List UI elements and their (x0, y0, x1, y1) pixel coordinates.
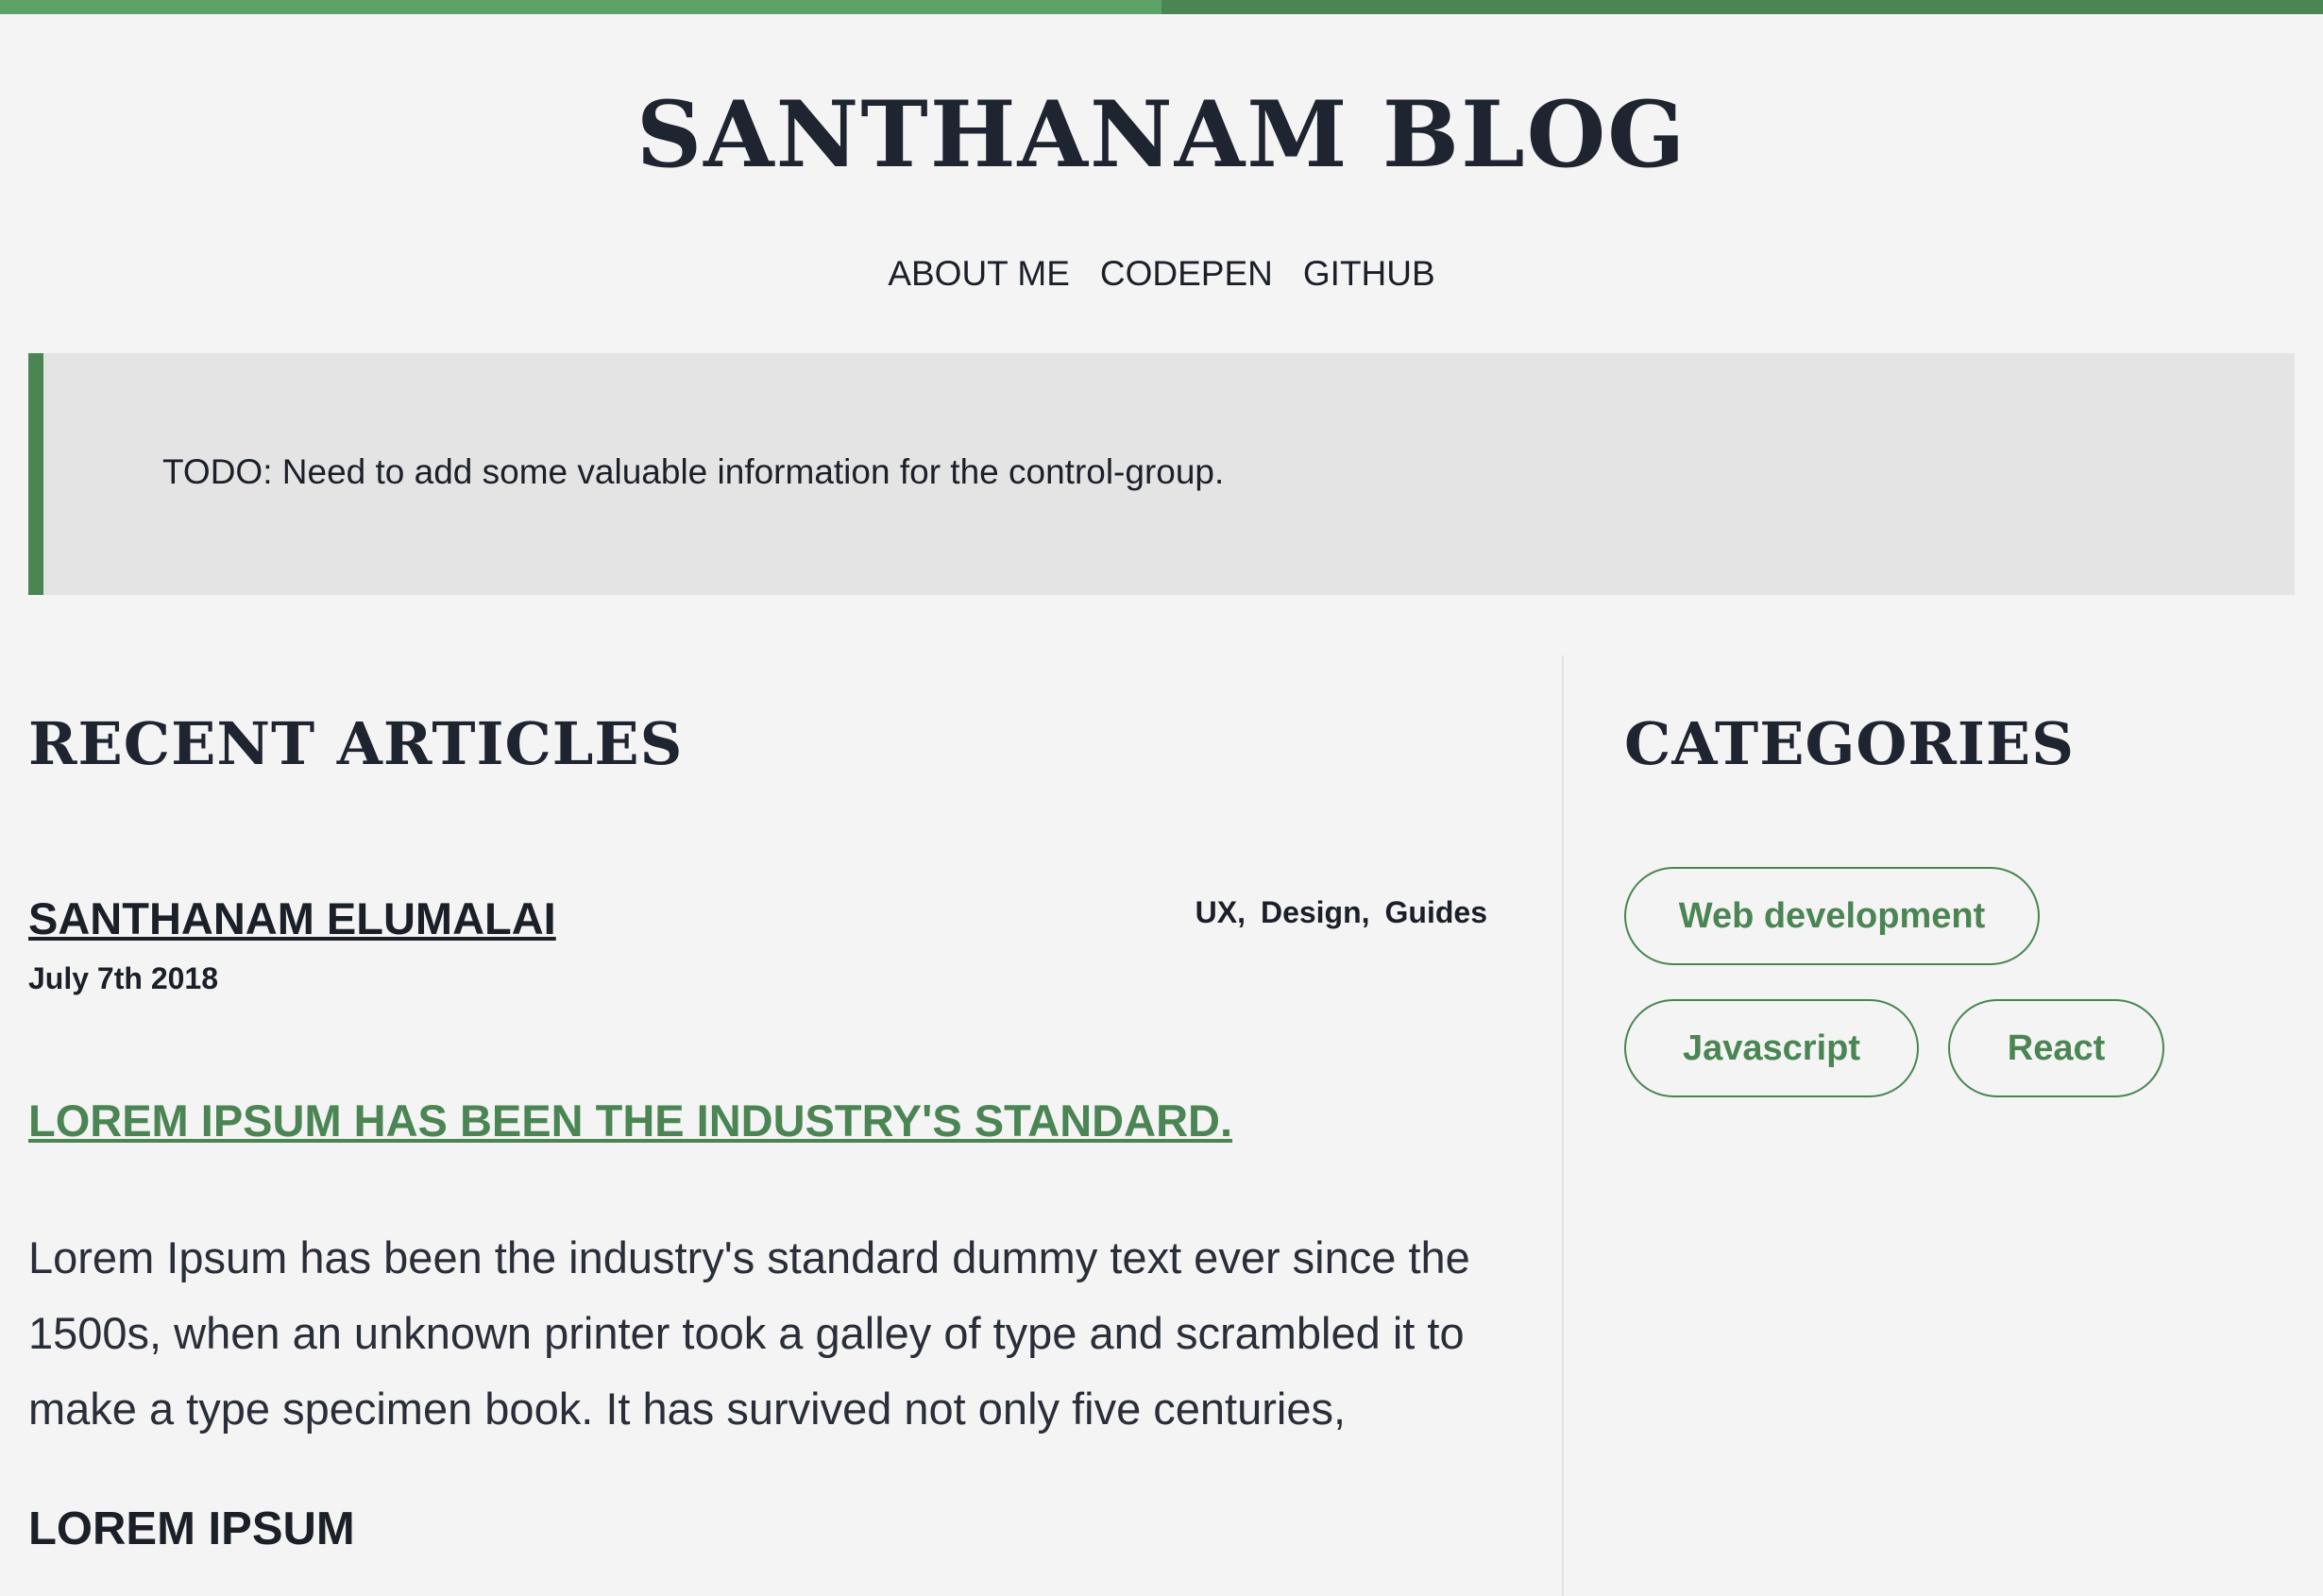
nav-link-about-me[interactable]: ABOUT ME (888, 254, 1070, 293)
nav-item-github: GITHUB (1303, 246, 1435, 302)
top-accent-bar (0, 0, 2323, 14)
article-title-link[interactable]: LOREM IPSUM HAS BEEN THE INDUSTRY'S STAN… (28, 1090, 1232, 1152)
nav-link-github[interactable]: GITHUB (1303, 254, 1435, 293)
column-divider (1562, 655, 1564, 1596)
category-chip-react[interactable]: React (1948, 999, 2164, 1097)
article-subheading: LOREM IPSUM (28, 1503, 355, 1554)
article-author-link[interactable]: SANTHANAM ELUMALAI (28, 888, 556, 950)
article-tags: UX, Design, Guides (1195, 891, 1487, 933)
category-chip-javascript[interactable]: Javascript (1624, 999, 1919, 1097)
nav-item-codepen: CODEPEN (1100, 246, 1273, 302)
article-excerpt: Lorem Ipsum has been the industry's stan… (28, 1232, 1470, 1434)
recent-articles-heading: RECENT ARTICLES (28, 709, 684, 778)
top-accent-bar-left (0, 0, 1162, 14)
nav-link-codepen[interactable]: CODEPEN (1100, 254, 1273, 293)
main-nav: ABOUT ME CODEPEN GITHUB (0, 246, 2323, 302)
categories-heading: CATEGORIES (1624, 709, 2075, 778)
todo-notice-text: TODO: Need to add some valuable informat… (162, 452, 1225, 491)
article-tag-design[interactable]: Design, (1261, 891, 1370, 933)
todo-notice: TODO: Need to add some valuable informat… (28, 353, 2295, 595)
article-date: July 7th 2018 (28, 961, 218, 995)
article-tag-ux[interactable]: UX, (1195, 891, 1246, 933)
site-title[interactable]: SANTHANAM BLOG (0, 74, 2323, 196)
article-tag-guides[interactable]: Guides (1385, 891, 1487, 933)
category-chip-web-development[interactable]: Web development (1624, 867, 2040, 965)
top-accent-bar-right (1162, 0, 2323, 14)
nav-item-about-me: ABOUT ME (888, 246, 1070, 302)
